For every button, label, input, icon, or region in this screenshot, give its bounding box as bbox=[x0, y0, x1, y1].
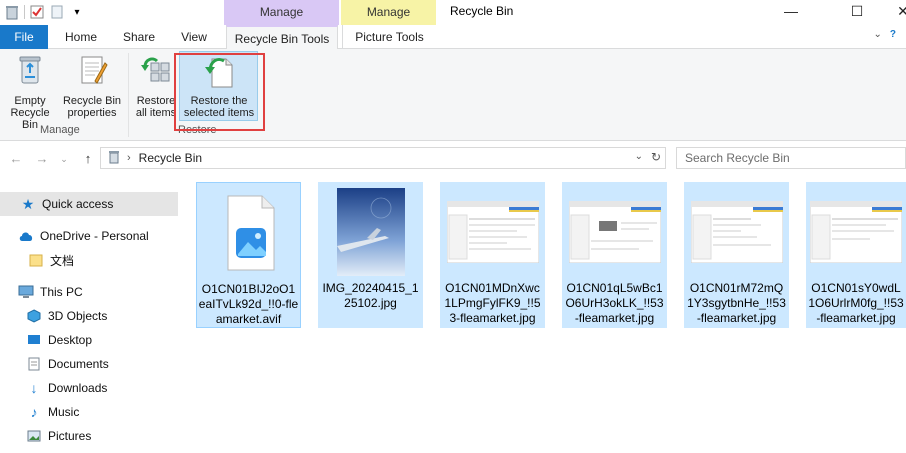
screenshot-thumbnail bbox=[567, 186, 663, 278]
restore-all-items-button[interactable]: Restore all items bbox=[132, 53, 180, 119]
forward-arrow-icon[interactable]: → bbox=[32, 149, 52, 169]
maximize-button[interactable]: ☐ bbox=[834, 0, 880, 22]
recycle-bin-properties-button[interactable]: Recycle Bin properties bbox=[60, 53, 124, 119]
file-item[interactable]: IMG_20240415_125102.jpg bbox=[318, 182, 423, 328]
file-name: O1CN01rM72mQ1Y3sgytbnHe_!!53-fleamarket.… bbox=[687, 281, 786, 325]
window-title: Recycle Bin bbox=[450, 4, 514, 18]
empty-recycle-bin-icon bbox=[13, 53, 47, 89]
empty-recycle-bin-button[interactable]: Empty Recycle Bin bbox=[2, 53, 58, 131]
ribbon-controls: ⌄ ? bbox=[874, 29, 897, 40]
restore-all-items-label: Restore all items bbox=[135, 95, 177, 119]
collapse-ribbon-icon[interactable]: ⌄ bbox=[874, 29, 882, 40]
breadcrumb-separator-icon[interactable]: › bbox=[127, 152, 131, 164]
restore-all-icon bbox=[139, 53, 173, 89]
tab-file[interactable]: File bbox=[0, 25, 48, 49]
close-button[interactable]: ✕ bbox=[880, 0, 906, 22]
tab-view[interactable]: View bbox=[172, 25, 216, 49]
recycle-bin-app-icon[interactable] bbox=[4, 4, 20, 20]
ribbon-tabs: File Home Share View Recycle Bin Tools P… bbox=[0, 25, 906, 50]
file-name: O1CN01BIJ2oO1eaITvLk92d_!!0-fleamarket.a… bbox=[198, 282, 299, 326]
navigation-bar: ← → ⌄ ↑ › Recycle Bin ⌄ ↻ Search Recycle… bbox=[0, 146, 906, 172]
properties-check-icon[interactable] bbox=[29, 4, 45, 20]
restore-selected-highlight-box bbox=[174, 53, 265, 131]
address-dropdown-icon[interactable]: ⌄ bbox=[635, 151, 643, 162]
nav-pictures-label: Pictures bbox=[48, 429, 92, 443]
group-manage-label: Manage bbox=[40, 124, 80, 136]
ribbon: Empty Recycle Bin Recycle Bin properties… bbox=[0, 49, 906, 141]
tab-home[interactable]: Home bbox=[56, 25, 106, 49]
nav-music[interactable]: ♪ Music bbox=[0, 400, 178, 424]
new-folder-icon[interactable] bbox=[49, 4, 65, 20]
navigation-pane: ★ Quick access OneDrive - Personal 文档 Th… bbox=[0, 180, 180, 453]
cloud-icon bbox=[18, 228, 34, 244]
properties-icon bbox=[75, 53, 109, 89]
nav-docs-cn[interactable]: 文档 bbox=[0, 248, 178, 272]
file-item[interactable]: O1CN01qL5wBc1O6UrH3okLK_!!53-fleamarket.… bbox=[562, 182, 667, 328]
nav-this-pc[interactable]: This PC bbox=[0, 280, 178, 304]
nav-quick-access[interactable]: ★ Quick access bbox=[0, 192, 178, 216]
folder-icon bbox=[28, 252, 44, 268]
toolbar-separator bbox=[24, 5, 25, 19]
address-bar[interactable]: › Recycle Bin ⌄ ↻ bbox=[100, 147, 666, 169]
nav-onedrive-label: OneDrive - Personal bbox=[40, 229, 149, 243]
nav-this-pc-label: This PC bbox=[40, 285, 83, 299]
screenshot-thumbnail bbox=[445, 186, 541, 278]
tab-picture-tools[interactable]: Picture Tools bbox=[342, 25, 436, 49]
screenshot-thumbnail bbox=[808, 186, 904, 278]
minimize-button[interactable]: — bbox=[768, 0, 814, 22]
tab-recycle-bin-tools[interactable]: Recycle Bin Tools bbox=[226, 25, 338, 50]
search-input[interactable]: Search Recycle Bin bbox=[676, 147, 906, 169]
nav-onedrive[interactable]: OneDrive - Personal bbox=[0, 224, 178, 248]
back-arrow-icon[interactable]: ← bbox=[6, 149, 26, 169]
ribbon-group-separator bbox=[128, 53, 129, 137]
file-name: IMG_20240415_125102.jpg bbox=[322, 281, 419, 310]
download-arrow-icon: ↓ bbox=[30, 380, 38, 396]
desktop-icon bbox=[26, 332, 42, 348]
recent-locations-chevron-icon[interactable]: ⌄ bbox=[54, 149, 74, 169]
nav-music-label: Music bbox=[48, 405, 80, 419]
3d-objects-icon bbox=[26, 308, 42, 324]
help-icon[interactable]: ? bbox=[890, 29, 896, 40]
file-name: O1CN01qL5wBc1O6UrH3okLK_!!53-fleamarket.… bbox=[565, 281, 664, 325]
documents-icon bbox=[26, 356, 42, 372]
nav-3d-objects-label: 3D Objects bbox=[48, 309, 108, 323]
screenshot-thumbnail bbox=[689, 186, 785, 278]
star-icon: ★ bbox=[21, 195, 35, 212]
file-item[interactable]: O1CN01sY0wdL1O6UrlrM0fg_!!53-fleamarket.… bbox=[806, 182, 906, 328]
nav-documents[interactable]: Documents bbox=[0, 352, 178, 376]
pictures-icon bbox=[26, 428, 42, 444]
file-name: O1CN01MDnXwc1LPmgFylFK9_!!53-fleamarket.… bbox=[444, 281, 541, 325]
image-file-icon bbox=[201, 187, 297, 279]
file-item[interactable]: O1CN01BIJ2oO1eaITvLk92d_!!0-fleamarket.a… bbox=[196, 182, 301, 328]
file-item[interactable]: O1CN01MDnXwc1LPmgFylFK9_!!53-fleamarket.… bbox=[440, 182, 545, 328]
file-name: O1CN01sY0wdL1O6UrlrM0fg_!!53-fleamarket.… bbox=[808, 281, 904, 325]
up-arrow-icon[interactable]: ↑ bbox=[78, 149, 98, 169]
nav-downloads-label: Downloads bbox=[48, 381, 108, 395]
title-bar: ▾ Manage Manage Recycle Bin — ☐ ✕ bbox=[0, 0, 906, 25]
breadcrumb-recycle-bin[interactable]: Recycle Bin bbox=[139, 151, 202, 165]
manage-context-header-picture: Manage bbox=[341, 0, 436, 25]
tab-share[interactable]: Share bbox=[114, 25, 164, 49]
nav-quick-access-label: Quick access bbox=[42, 197, 114, 211]
nav-documents-label: Documents bbox=[48, 357, 109, 371]
nav-3d-objects[interactable]: 3D Objects bbox=[0, 304, 178, 328]
file-list: O1CN01BIJ2oO1eaITvLk92d_!!0-fleamarket.a… bbox=[190, 180, 906, 453]
refresh-icon[interactable]: ↻ bbox=[651, 150, 661, 164]
file-item[interactable]: O1CN01rM72mQ1Y3sgytbnHe_!!53-fleamarket.… bbox=[684, 182, 789, 328]
nav-desktop-label: Desktop bbox=[48, 333, 93, 347]
photo-thumbnail bbox=[323, 186, 419, 278]
nav-downloads[interactable]: ↓ Downloads bbox=[0, 376, 178, 400]
music-note-icon: ♪ bbox=[30, 404, 38, 420]
customize-toolbar-dropdown-icon[interactable]: ▾ bbox=[69, 4, 85, 20]
computer-icon bbox=[18, 284, 34, 300]
quick-access-toolbar: ▾ bbox=[4, 2, 85, 22]
recycle-bin-properties-label: Recycle Bin properties bbox=[62, 95, 122, 119]
nav-pictures[interactable]: Pictures bbox=[0, 424, 178, 448]
nav-desktop[interactable]: Desktop bbox=[0, 328, 178, 352]
nav-docs-cn-label: 文档 bbox=[50, 253, 75, 268]
recycle-bin-location-icon bbox=[107, 150, 121, 167]
manage-context-header-recycle: Manage bbox=[224, 0, 339, 25]
